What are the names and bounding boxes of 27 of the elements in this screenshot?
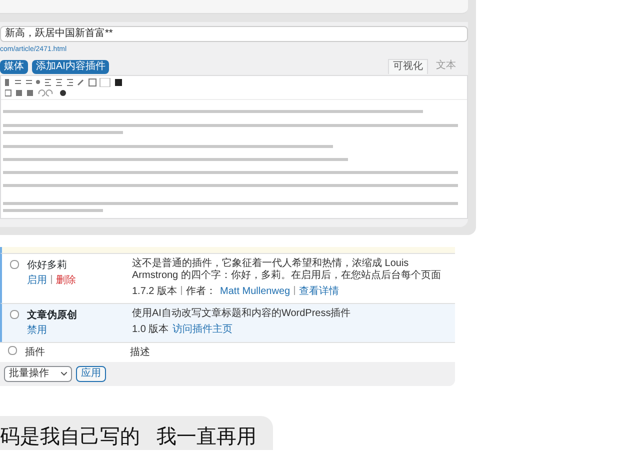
title-field[interactable]: 新高，跃居中国新首富** (0, 26, 468, 42)
plugin-meta-link[interactable]: Matt Mullenweg (220, 284, 290, 298)
column-header: 描述 (130, 346, 150, 360)
bulk-actions-dropdown[interactable]: 批量操作 (4, 366, 72, 382)
plugin-meta-link[interactable]: 访问插件主页 (172, 322, 233, 336)
plugin-description: 这不是普通的插件，它象征着一代人希望和热情，浓缩成 Louis Armstrong 的四个字：你好，多莉。在启用后，在您站点后台每个页面 (132, 258, 442, 282)
editor-button[interactable]: 添加AI内容插件 (32, 60, 110, 74)
plugin-name: 文章伪原创 (27, 308, 78, 322)
plugin-meta-text: 1.7.2 版本 (132, 284, 178, 298)
checkbox[interactable] (8, 346, 17, 354)
checkbox[interactable] (10, 310, 19, 318)
checkbox[interactable] (10, 260, 19, 268)
formatting-toolbar-icon[interactable] (5, 78, 125, 86)
plugin-meta-link[interactable]: 查看详情 (299, 284, 340, 298)
apply-button[interactable]: 应用 (76, 366, 106, 382)
editor-tab[interactable]: 可视化 (388, 58, 428, 74)
plugin-action-link[interactable]: 禁用 (27, 322, 47, 338)
plugin-action-link[interactable]: 删除 (56, 272, 76, 288)
editor-button[interactable]: 媒体 (0, 60, 28, 74)
plugin-name: 你好多莉 (27, 258, 68, 272)
chevron-down-icon (61, 372, 67, 376)
plugin-description: 使用AI自动改写文章标题和内容的WordPress插件 (132, 308, 351, 320)
column-header: 插件 (25, 346, 46, 360)
chat-message-bubble: 码是我自己写的 我一直再用 (0, 416, 273, 450)
plugin-meta-text: 1.0 版本 (132, 322, 169, 336)
plugin-action-link[interactable]: 启用 (27, 272, 47, 288)
plugin-meta-text: 作者： (186, 284, 216, 298)
